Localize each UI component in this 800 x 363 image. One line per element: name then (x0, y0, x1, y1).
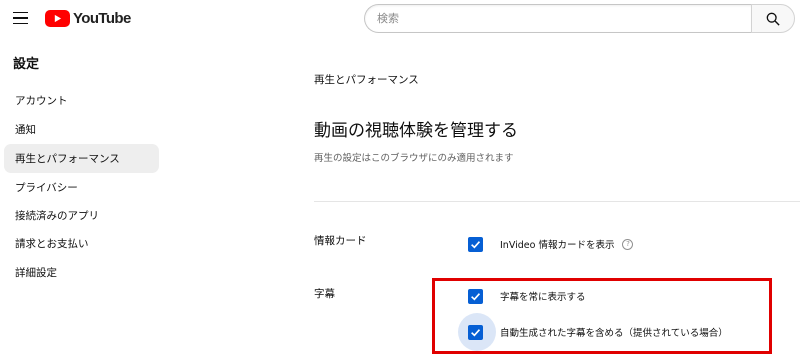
checkmark-icon (471, 292, 481, 301)
sidebar-item-label: 詳細設定 (15, 267, 57, 279)
sidebar-item-label: 通知 (15, 124, 36, 136)
sidebar-item-advanced[interactable]: 詳細設定 (4, 258, 159, 287)
sidebar-title: 設定 (13, 57, 40, 72)
youtube-logo[interactable]: YouTube (45, 8, 131, 28)
breadcrumb: 再生とパフォーマンス (314, 74, 419, 86)
settings-page: YouTube 設定 アカウント 通知 再生とパフォーマンス プライバシー 接続… (0, 0, 800, 363)
sidebar-item-label: プライバシー (15, 182, 78, 194)
help-icon[interactable]: ? (622, 238, 634, 250)
logo-text: YouTube (73, 9, 131, 27)
divider (314, 201, 800, 202)
invideo-cards-checkbox[interactable] (468, 236, 483, 252)
sidebar-item-label: 請求とお支払い (15, 238, 89, 250)
option-label: 自動生成された字幕を含める（提供されている場合） (500, 328, 728, 339)
hamburger-menu-icon[interactable] (11, 8, 31, 28)
sidebar-item-label: アカウント (15, 95, 68, 107)
auto-generated-captions-checkbox[interactable] (468, 324, 483, 340)
sidebar-item-billing[interactable]: 請求とお支払い (4, 229, 159, 258)
section-label-captions: 字幕 (314, 288, 335, 300)
option-label: 字幕を常に表示する (500, 292, 586, 303)
page-subtitle: 再生の設定はこのブラウザにのみ適用されます (314, 153, 514, 164)
checkmark-icon (471, 328, 481, 337)
section-label-info-cards: 情報カード (314, 235, 367, 247)
option-auto-generated-captions[interactable]: 自動生成された字幕を含める（提供されている場合） (468, 322, 728, 342)
youtube-play-icon (45, 9, 70, 27)
option-always-show-captions[interactable]: 字幕を常に表示する (468, 286, 586, 306)
search-button[interactable] (751, 4, 795, 33)
sidebar-item-label: 接続済みのアプリ (15, 210, 99, 222)
sidebar-item-playback[interactable]: 再生とパフォーマンス (4, 144, 159, 173)
search-input[interactable] (365, 5, 752, 32)
sidebar-item-privacy[interactable]: プライバシー (4, 173, 159, 202)
sidebar-item-label: 再生とパフォーマンス (15, 153, 120, 165)
sidebar-item-connected-apps[interactable]: 接続済みのアプリ (4, 201, 159, 230)
always-show-captions-checkbox[interactable] (468, 288, 483, 304)
checkmark-icon (471, 240, 481, 249)
sidebar-item-notifications[interactable]: 通知 (4, 115, 159, 144)
sidebar-item-account[interactable]: アカウント (4, 86, 159, 115)
option-invideo-cards[interactable]: InVideo 情報カードを表示 ? (468, 234, 634, 254)
search-box (364, 4, 752, 33)
search-icon (766, 12, 780, 26)
page-title: 動画の視聴体験を管理する (314, 121, 518, 141)
option-label: InVideo 情報カードを表示 (500, 240, 615, 251)
